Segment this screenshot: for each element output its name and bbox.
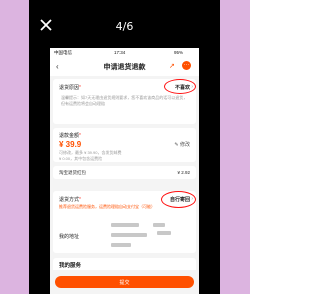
refund-detail-2: ¥ 0.00，其中包含运费险 — [59, 156, 103, 161]
refund-card: 退款金额* ¥ 39.9 ✎ 修改 可修改，最多 ¥ 39.90，含发货邮费 ¥… — [53, 128, 196, 162]
phone-screenshot: 中国电信 17:34 95% ‹ 申请退货退款 ↗ ··· 退货原因* 不喜欢 … — [50, 48, 199, 294]
bottom-bar: 提交 — [50, 270, 199, 294]
return-method-note: 推荐退货运费险服务，运费险理赔自动支付宝（可能） — [59, 204, 155, 209]
redacted-text — [153, 223, 165, 227]
redpacket-row: 淘宝退货红包 ¥ 2.92 — [53, 166, 196, 179]
address-label: 我的地址 — [59, 234, 80, 240]
clock-text: 17:34 — [114, 50, 126, 55]
redpacket-value: ¥ 2.92 — [177, 170, 190, 175]
annotation-circle — [161, 191, 196, 208]
submit-button[interactable]: 提交 — [55, 276, 194, 288]
redacted-text — [111, 233, 147, 237]
reason-label: 退货原因* — [59, 85, 81, 91]
screenshot-frame: 4/6 中国电信 17:34 95% ‹ 申请退货退款 ↗ ··· 退货原因* … — [0, 0, 250, 294]
nav-bar: ‹ 申请退货退款 ↗ ··· — [50, 58, 199, 76]
redacted-text — [157, 231, 171, 235]
edit-amount-button[interactable]: ✎ 修改 — [174, 141, 190, 148]
battery-text: 95% — [174, 50, 184, 55]
redpacket-label: 淘宝退货红包 — [59, 170, 86, 175]
more-icon[interactable]: ··· — [182, 61, 191, 70]
return-method-label: 退货方式* — [59, 197, 81, 203]
image-counter: 4/6 — [115, 20, 134, 33]
page-title: 申请退货退款 — [103, 64, 146, 71]
annotation-circle — [164, 79, 196, 94]
reason-note: 温馨提示：如7天无理由退货规则要求，您不喜欢该商品的话可以退货，但有运费险将会自… — [61, 95, 188, 106]
redacted-text — [111, 223, 139, 227]
refund-label: 退款金额* — [59, 133, 81, 139]
status-bar: 中国电信 17:34 95% — [50, 48, 199, 58]
service-title: 我的服务 — [59, 263, 82, 269]
image-viewer: 4/6 中国电信 17:34 95% ‹ 申请退货退款 ↗ ··· 退货原因* … — [29, 0, 220, 294]
viewer-topbar: 4/6 — [29, 0, 220, 48]
redacted-text — [111, 243, 131, 247]
share-icon[interactable]: ↗ — [169, 62, 175, 70]
refund-amount: ¥ 39.9 — [59, 140, 82, 149]
carrier-text: 中国电信 — [54, 50, 72, 55]
